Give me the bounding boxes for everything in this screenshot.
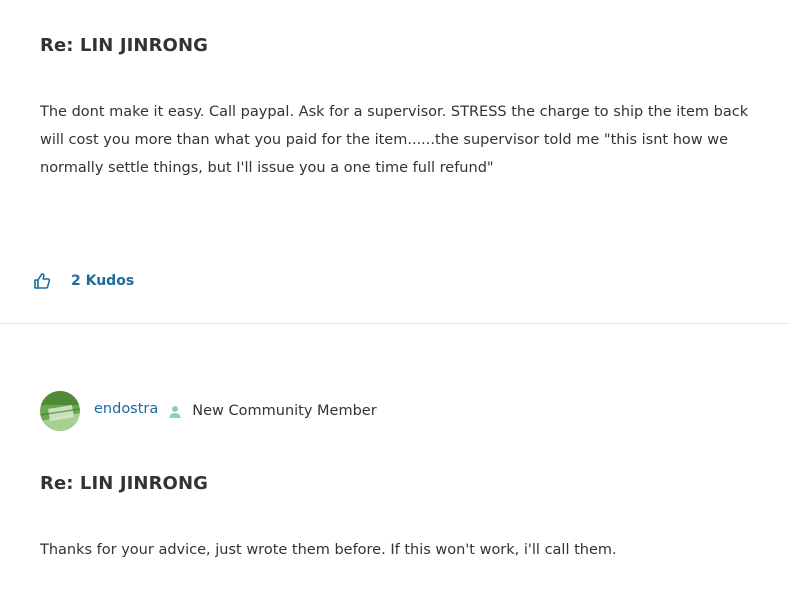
user-icon [168, 404, 182, 418]
post-title: Re: LIN JINRONG [40, 35, 208, 56]
reply-post: Re: LIN JINRONG The dont make it easy. C… [0, 0, 790, 324]
rank-label: New Community Member [192, 403, 377, 419]
post-title: Re: LIN JINRONG [40, 473, 208, 494]
post-body: Thanks for your advice, just wrote them … [40, 542, 617, 558]
author-info: endostra New Community Member [40, 391, 377, 431]
reply-post: endostra New Community Member Re: LIN JI… [0, 324, 790, 594]
kudos-area: 2 Kudos [32, 268, 134, 294]
post-body: The dont make it easy. Call paypal. Ask … [40, 104, 749, 176]
author-name[interactable]: endostra [94, 401, 158, 417]
avatar[interactable] [40, 391, 80, 431]
kudos-count[interactable]: 2 Kudos [71, 273, 134, 289]
thumbs-up-icon[interactable] [32, 271, 52, 291]
